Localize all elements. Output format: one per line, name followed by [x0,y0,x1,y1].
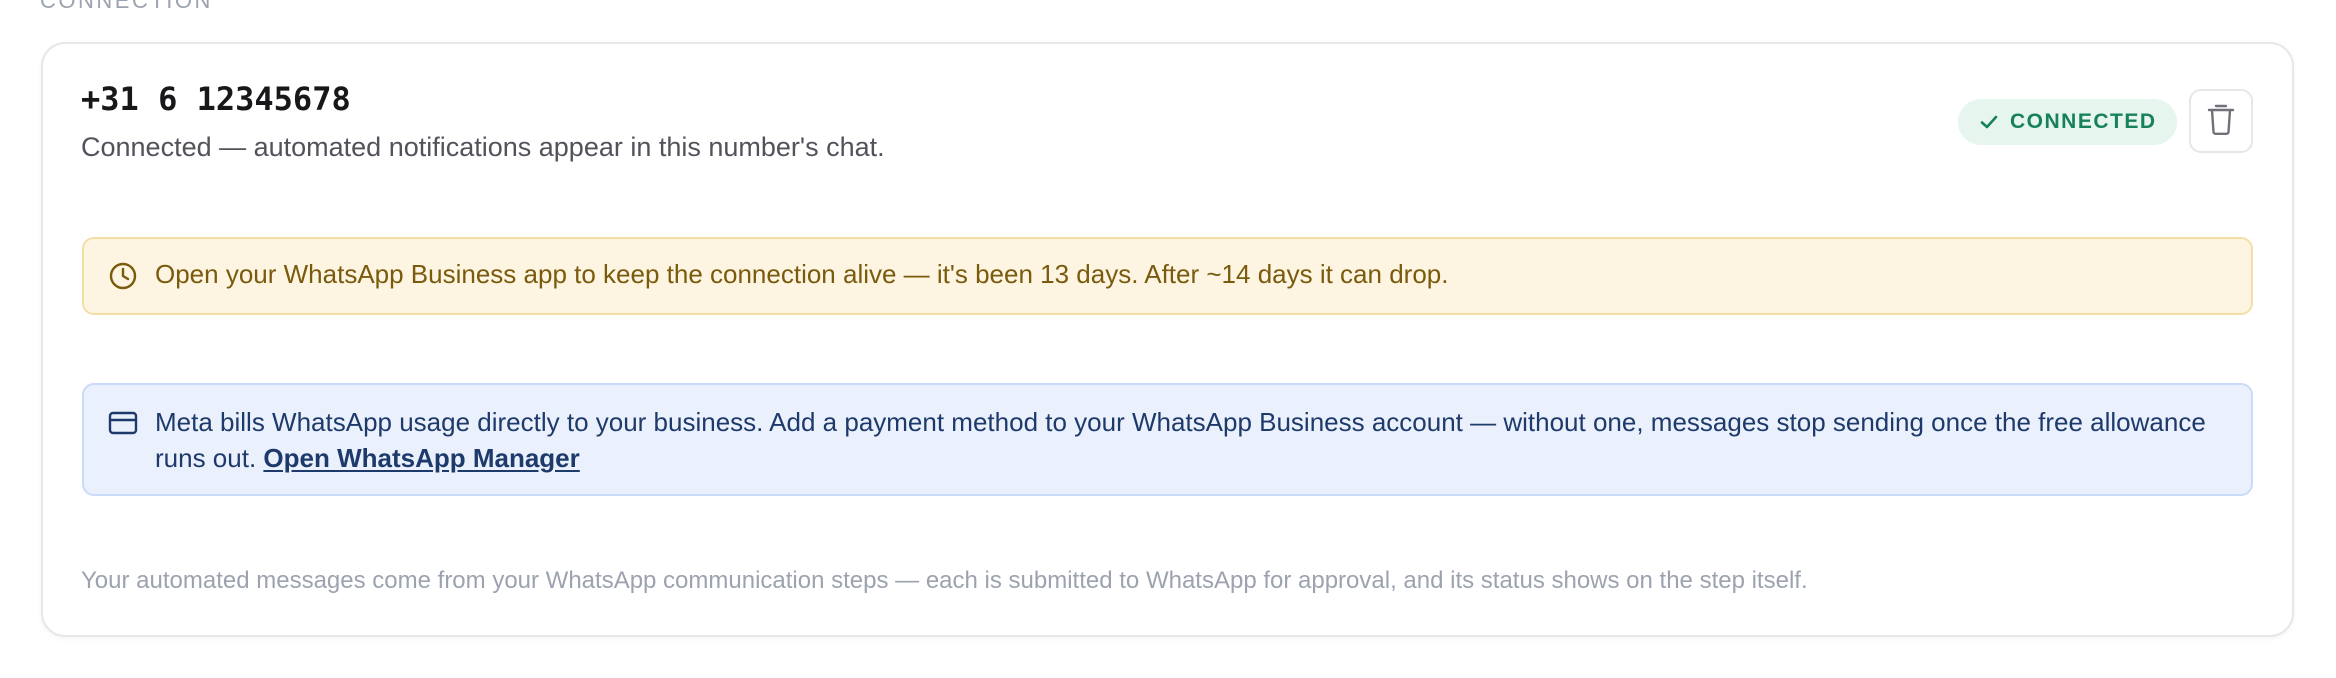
section-label: CONNECTION [40,0,213,13]
credit-card-icon [108,410,138,441]
trash-icon [2206,102,2236,141]
check-icon [1978,111,2000,133]
billing-info-alert: Meta bills WhatsApp usage directly to yo… [82,383,2253,496]
delete-connection-button[interactable] [2189,89,2253,153]
connection-warning-alert: Open your WhatsApp Business app to keep … [82,237,2253,315]
billing-alert-text-block: Meta bills WhatsApp usage directly to yo… [155,404,2235,476]
phone-number: +31 6 12345678 [81,80,351,118]
open-whatsapp-manager-link[interactable]: Open WhatsApp Manager [263,443,579,473]
connection-status-description: Connected — automated notifications appe… [81,132,885,162]
warning-alert-text: Open your WhatsApp Business app to keep … [155,259,1449,289]
status-badge-label: CONNECTED [2010,110,2157,133]
status-badge: CONNECTED [1958,99,2177,145]
clock-icon [108,261,138,296]
footnote-text: Your automated messages come from your W… [81,567,1808,594]
